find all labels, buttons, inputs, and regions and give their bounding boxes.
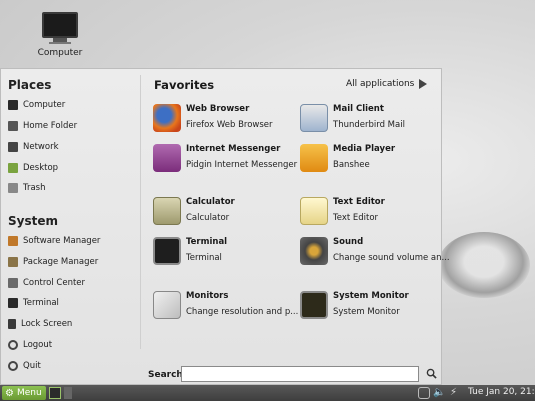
- firefox-icon: [153, 104, 181, 132]
- thunderbird-icon: [300, 104, 328, 132]
- fav-web-browser[interactable]: Web Browser Firefox Web Browser: [153, 103, 298, 137]
- desktop-computer-label: Computer: [37, 48, 83, 58]
- system-item-lock-screen[interactable]: Lock Screen: [8, 316, 72, 332]
- fav-text-editor[interactable]: Text Editor Text Editor: [300, 196, 445, 230]
- bottom-panel: ⚙ Menu 🔈 ⚡ Tue Jan 20, 21:25: [0, 385, 535, 401]
- monitor-icon: [42, 12, 78, 38]
- fav-system-monitor[interactable]: System Monitor System Monitor: [300, 290, 445, 324]
- system-monitor-icon: [300, 291, 328, 319]
- mint-logo-icon: ⚙: [5, 387, 14, 399]
- pane-divider: [140, 75, 141, 349]
- all-applications-button[interactable]: All applications: [346, 79, 428, 89]
- fav-calculator[interactable]: Calculator Calculator: [153, 196, 298, 230]
- arrow-right-icon: [419, 79, 428, 89]
- fav-media-player[interactable]: Media Player Banshee: [300, 143, 445, 177]
- fav-sound[interactable]: Sound Change sound volume an...: [300, 236, 450, 270]
- desktop-icon: [8, 163, 18, 173]
- logout-icon: [8, 340, 18, 350]
- start-menu: Places Computer Home Folder Network Desk…: [0, 68, 450, 385]
- system-item-package-manager[interactable]: Package Manager: [8, 254, 98, 270]
- fav-internet-messenger[interactable]: Internet Messenger Pidgin Internet Messe…: [153, 143, 298, 177]
- power-icon: [8, 361, 18, 371]
- show-desktop-icon[interactable]: [49, 387, 61, 399]
- network-plug-icon[interactable]: ⚡: [450, 387, 462, 399]
- desktop-computer-icon[interactable]: Computer: [32, 12, 88, 58]
- calculator-icon: [153, 197, 181, 225]
- system-item-terminal[interactable]: Terminal: [8, 295, 59, 311]
- launcher-icon[interactable]: [64, 387, 72, 399]
- monitors-icon: [153, 291, 181, 319]
- lock-icon: [8, 319, 16, 329]
- favorites-title: Favorites: [154, 78, 215, 92]
- mint-logo-watermark: [438, 232, 530, 298]
- fav-terminal[interactable]: Terminal Terminal: [153, 236, 298, 270]
- places-item-computer[interactable]: Computer: [8, 97, 65, 113]
- search-icon[interactable]: [426, 368, 437, 379]
- places-item-network[interactable]: Network: [8, 139, 59, 155]
- terminal-icon: [153, 237, 181, 265]
- home-icon: [8, 121, 18, 131]
- trash-icon: [8, 183, 18, 193]
- menu-button[interactable]: ⚙ Menu: [2, 386, 46, 400]
- monitor-icon: [8, 100, 18, 110]
- control-center-icon: [8, 278, 18, 288]
- pidgin-icon: [153, 144, 181, 172]
- places-item-home[interactable]: Home Folder: [8, 118, 77, 134]
- text-editor-icon: [300, 197, 328, 225]
- fav-monitors[interactable]: Monitors Change resolution and p...: [153, 290, 298, 324]
- system-item-quit[interactable]: Quit: [8, 358, 41, 374]
- terminal-icon: [8, 298, 18, 308]
- software-manager-icon: [8, 236, 18, 246]
- volume-icon[interactable]: 🔈: [433, 387, 445, 399]
- system-title: System: [8, 214, 58, 228]
- menu-left-pane: Places Computer Home Folder Network Desk…: [1, 69, 140, 350]
- fav-mail-client[interactable]: Mail Client Thunderbird Mail: [300, 103, 445, 137]
- system-item-software-manager[interactable]: Software Manager: [8, 233, 100, 249]
- system-item-logout[interactable]: Logout: [8, 337, 52, 353]
- network-icon: [8, 142, 18, 152]
- banshee-icon: [300, 144, 328, 172]
- system-item-control-center[interactable]: Control Center: [8, 275, 85, 291]
- places-title: Places: [8, 78, 52, 92]
- package-manager-icon: [8, 257, 18, 267]
- places-item-trash[interactable]: Trash: [8, 180, 45, 196]
- places-item-desktop[interactable]: Desktop: [8, 160, 58, 176]
- clock[interactable]: Tue Jan 20, 21:25: [468, 387, 535, 397]
- speaker-icon: [300, 237, 328, 265]
- search-input[interactable]: [181, 366, 419, 382]
- shield-icon[interactable]: [418, 387, 430, 399]
